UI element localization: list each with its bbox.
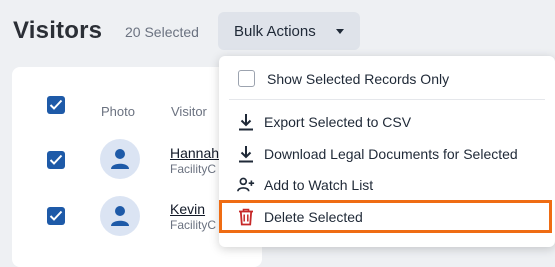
column-header-photo[interactable]: Photo [101, 104, 135, 119]
bulk-actions-label: Bulk Actions [234, 22, 316, 40]
visitor-facility: FacilityC [170, 218, 217, 232]
menu-item-label: Download Legal Documents for Selected [264, 146, 518, 162]
menu-item-export-csv[interactable]: Export Selected to CSV [219, 108, 555, 136]
menu-item-add-to-watch-list[interactable]: Add to Watch List [219, 171, 555, 199]
avatar [100, 139, 140, 179]
delete-highlight-outline [219, 200, 552, 233]
menu-item-show-selected-only[interactable]: Show Selected Records Only [219, 65, 555, 93]
page-title: Visitors [13, 17, 103, 44]
visitor-name-link[interactable]: Kevin [170, 201, 205, 217]
menu-divider [229, 99, 545, 100]
avatar [100, 196, 140, 236]
caret-down-icon [336, 29, 344, 34]
download-icon [239, 114, 253, 131]
checkmark-icon [49, 99, 63, 110]
show-selected-checkbox[interactable] [238, 70, 255, 87]
person-icon [111, 149, 129, 169]
menu-item-label: Add to Watch List [264, 177, 374, 193]
menu-item-download-legal-documents[interactable]: Download Legal Documents for Selected [219, 140, 555, 168]
person-icon [111, 206, 129, 226]
select-all-checkbox[interactable] [47, 96, 65, 114]
column-header-visitor[interactable]: Visitor [171, 104, 207, 119]
visitor-name-link[interactable]: Hannah [170, 145, 219, 161]
row-checkbox[interactable] [47, 207, 65, 225]
menu-item-label: Show Selected Records Only [267, 71, 450, 87]
menu-item-label: Export Selected to CSV [264, 114, 412, 130]
download-icon [239, 146, 253, 163]
checkmark-icon [49, 210, 63, 221]
bulk-actions-button[interactable]: Bulk Actions [218, 12, 360, 50]
add-person-icon [237, 177, 255, 192]
selected-count: 20 Selected [125, 24, 199, 40]
checkmark-icon [49, 154, 63, 165]
visitor-facility: FacilityC [170, 162, 217, 176]
bulk-actions-menu: Show Selected Records Only Export Select… [219, 56, 555, 247]
row-checkbox[interactable] [47, 151, 65, 169]
